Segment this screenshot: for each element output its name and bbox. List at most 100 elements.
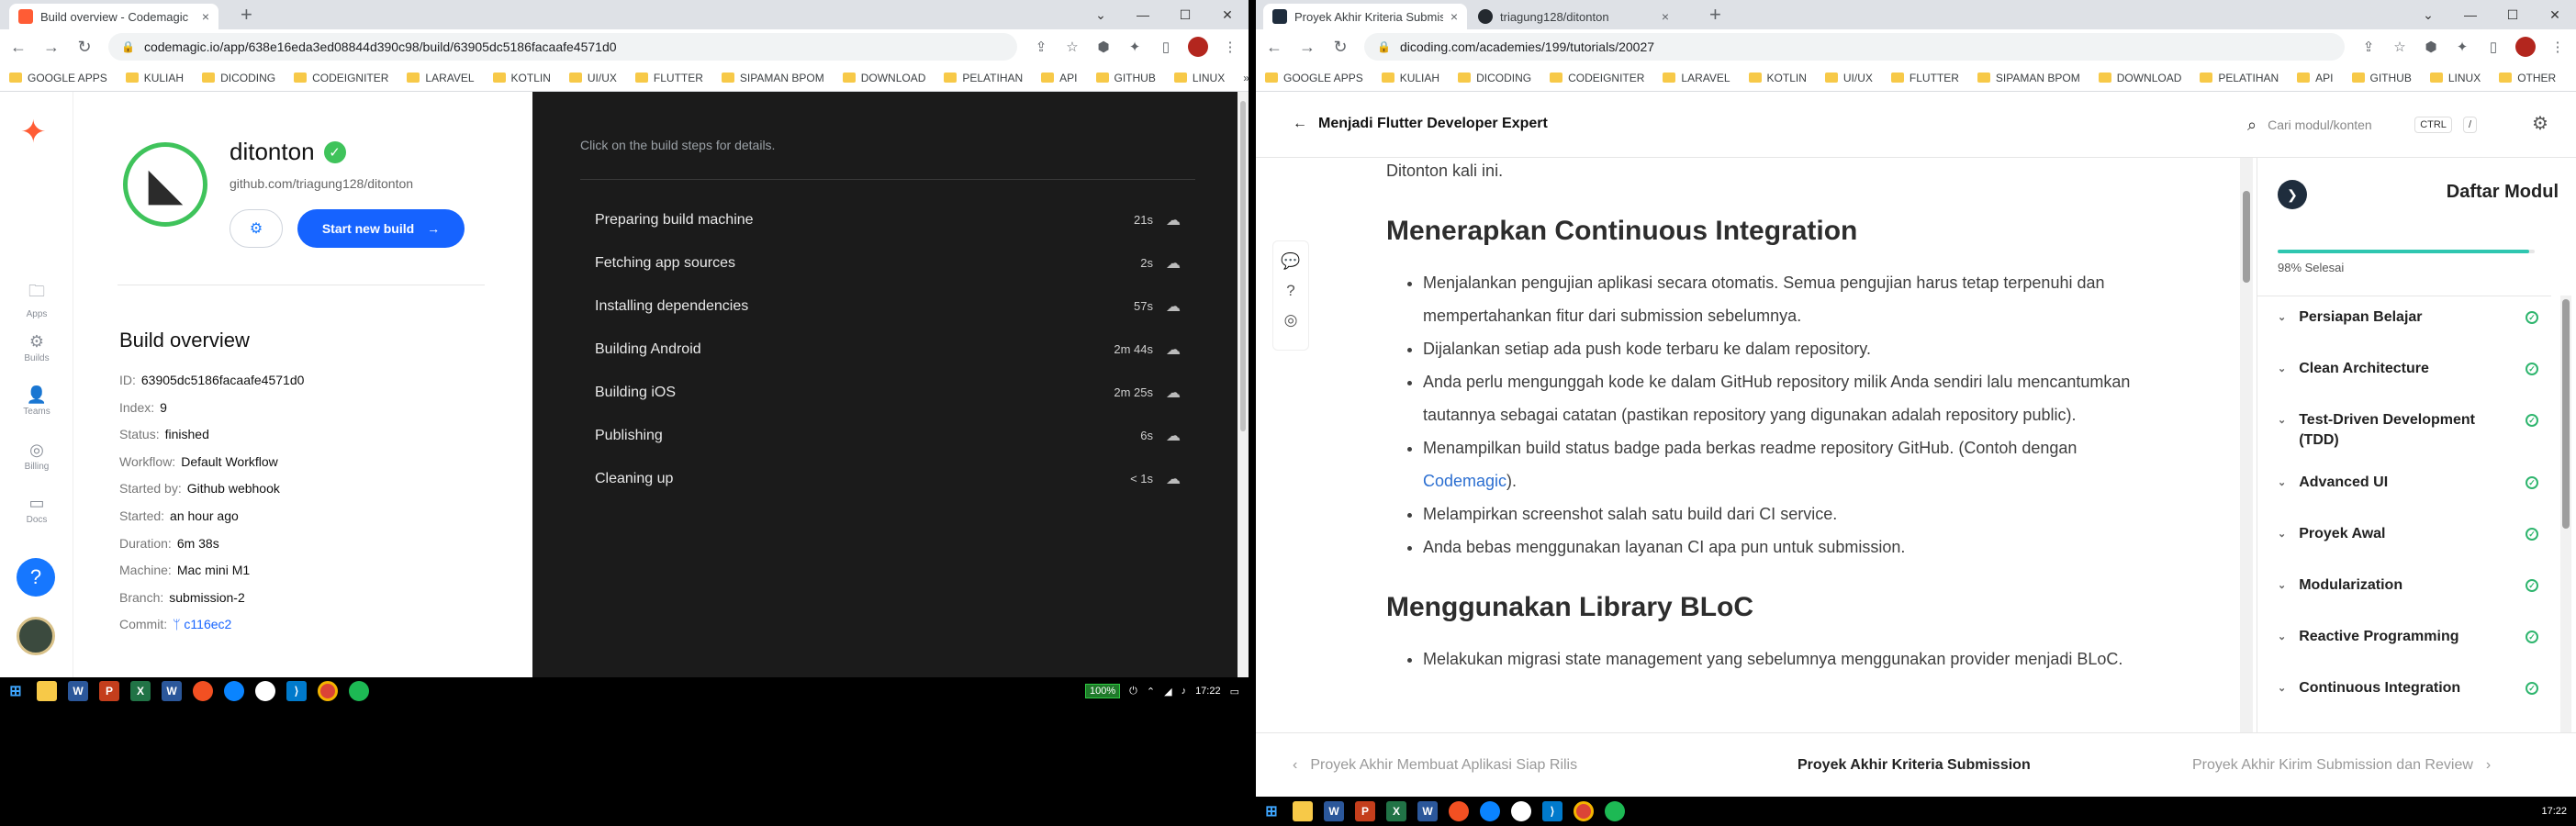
- spotify-icon[interactable]: [349, 681, 369, 701]
- module-item[interactable]: ⌄ Continuous Integration ✓: [2257, 667, 2551, 719]
- excel-icon[interactable]: X: [1386, 801, 1406, 821]
- bookmark-item[interactable]: LARAVEL: [407, 72, 475, 84]
- share-icon[interactable]: ⇪: [2359, 38, 2378, 56]
- bookmark-item[interactable]: FLUTTER: [634, 72, 703, 84]
- menu-icon[interactable]: ⋮: [2548, 38, 2567, 56]
- bookmark-star-icon[interactable]: ☆: [2391, 38, 2409, 56]
- edge-icon[interactable]: [1480, 801, 1500, 821]
- download-log-icon[interactable]: ☁: [1166, 254, 1181, 273]
- vscode-icon[interactable]: ⟩: [1542, 801, 1562, 821]
- bookmark-item[interactable]: OTHER: [2499, 72, 2556, 84]
- download-log-icon[interactable]: ☁: [1166, 427, 1181, 445]
- bookmark-item[interactable]: PELATIHAN: [2200, 72, 2279, 84]
- chevron-up-icon[interactable]: ⌃: [1147, 686, 1155, 698]
- bookmark-star-icon[interactable]: ☆: [1063, 38, 1081, 56]
- extension-icon[interactable]: ⬢: [2422, 38, 2440, 56]
- word-icon[interactable]: W: [68, 681, 88, 701]
- reload-icon[interactable]: ↻: [1331, 38, 1350, 57]
- download-log-icon[interactable]: ☁: [1166, 384, 1181, 402]
- puzzle-icon[interactable]: ✦: [1126, 38, 1144, 56]
- bookmark-item[interactable]: SIPAMAN BPOM: [1977, 72, 2080, 84]
- module-search[interactable]: ⌕ Cari modul/konten CTRL /: [2247, 108, 2477, 141]
- vscode-icon[interactable]: ⟩: [286, 681, 307, 701]
- share-icon[interactable]: ⇪: [1032, 38, 1050, 56]
- url-bar[interactable]: 🔒 codemagic.io/app/638e16eda3ed08844d390…: [108, 33, 1017, 61]
- tab-build-overview[interactable]: Build overview - Codemagic ×: [9, 4, 218, 29]
- user-avatar[interactable]: [17, 617, 55, 655]
- reload-icon[interactable]: ↻: [75, 38, 94, 57]
- tab-proyek-akhir[interactable]: Proyek Akhir Kriteria Submission ×: [1263, 4, 1467, 29]
- word-icon[interactable]: W: [162, 681, 182, 701]
- scrollbar-thumb[interactable]: [2243, 191, 2250, 283]
- prev-module-link[interactable]: ‹ Proyek Akhir Membuat Aplikasi Siap Rili…: [1293, 757, 1577, 774]
- module-item[interactable]: ⌄ Persiapan Belajar ✓: [2257, 296, 2551, 348]
- rail-teams[interactable]: 👤 Teams: [0, 385, 73, 417]
- puzzle-icon[interactable]: ✦: [2453, 38, 2471, 56]
- module-item[interactable]: ⌄ Advanced UI ✓: [2257, 462, 2551, 513]
- commit-link[interactable]: ᛘ c116ec2: [173, 611, 231, 639]
- settings-gear-icon[interactable]: ⚙: [2532, 112, 2548, 135]
- back-icon[interactable]: ←: [1265, 38, 1283, 57]
- bookmark-item[interactable]: KULIAH: [1381, 72, 1439, 84]
- build-step[interactable]: Building iOS 2m 25s ☁: [580, 371, 1195, 414]
- bookmark-item[interactable]: GITHUB: [2351, 72, 2412, 84]
- build-step[interactable]: Installing dependencies 57s ☁: [580, 285, 1195, 328]
- network-icon[interactable]: ◢: [1164, 686, 1171, 698]
- back-icon[interactable]: ←: [9, 38, 28, 57]
- minimize-button[interactable]: —: [2449, 0, 2492, 29]
- scrollbar-thumb[interactable]: [1240, 101, 1246, 431]
- build-step[interactable]: Fetching app sources 2s ☁: [580, 241, 1195, 285]
- tab-close-icon[interactable]: ×: [1662, 9, 1669, 24]
- minimize-button[interactable]: —: [1122, 0, 1164, 29]
- download-log-icon[interactable]: ☁: [1166, 470, 1181, 488]
- windows-start-icon[interactable]: ⊞: [1261, 801, 1282, 821]
- bookmark-item[interactable]: DICODING: [1458, 72, 1531, 84]
- help-button[interactable]: ?: [17, 558, 55, 597]
- bookmark-item[interactable]: UI/UX: [568, 72, 617, 84]
- new-tab-button[interactable]: +: [1709, 5, 1721, 25]
- tab-search-icon[interactable]: ⌄: [2407, 0, 2449, 29]
- url-bar[interactable]: 🔒 dicoding.com/academies/199/tutorials/2…: [1364, 33, 2345, 61]
- bookmark-item[interactable]: DOWNLOAD: [2098, 72, 2181, 84]
- build-step[interactable]: Building Android 2m 44s ☁: [580, 328, 1195, 371]
- bookmarks-overflow-button[interactable]: »: [1243, 72, 1249, 84]
- bookmark-item[interactable]: DOWNLOAD: [842, 72, 925, 84]
- rail-builds[interactable]: ⚙ Builds: [0, 332, 73, 363]
- word-icon[interactable]: W: [1324, 801, 1344, 821]
- chrome-icon[interactable]: [1574, 801, 1594, 821]
- profile-avatar[interactable]: [1188, 37, 1208, 57]
- extension-icon[interactable]: ⬢: [1094, 38, 1113, 56]
- sidepanel-icon[interactable]: ▯: [1157, 38, 1175, 56]
- volume-icon[interactable]: ♪: [1182, 686, 1187, 697]
- build-step[interactable]: Cleaning up < 1s ☁: [580, 457, 1195, 500]
- bookmark-item[interactable]: KOTLIN: [492, 72, 551, 84]
- app-icon[interactable]: [1511, 801, 1531, 821]
- chrome-icon[interactable]: [318, 681, 338, 701]
- module-item[interactable]: ⌄ Test-Driven Development (TDD) ✓: [2257, 399, 2551, 462]
- word-icon[interactable]: W: [1417, 801, 1438, 821]
- windows-start-icon[interactable]: ⊞: [6, 681, 26, 701]
- powerpoint-icon[interactable]: P: [1355, 801, 1375, 821]
- next-module-link[interactable]: Proyek Akhir Kirim Submission dan Review…: [2192, 757, 2491, 774]
- new-tab-button[interactable]: +: [241, 5, 252, 25]
- bookmark-item[interactable]: UI/UX: [1824, 72, 1873, 84]
- forward-icon[interactable]: →: [1298, 38, 1316, 57]
- rail-docs[interactable]: ▭ Docs: [0, 494, 73, 525]
- maximize-button[interactable]: ☐: [1164, 0, 1206, 29]
- page-scrollbar[interactable]: [1238, 92, 1249, 677]
- codemagic-link[interactable]: Codemagic: [1423, 472, 1506, 490]
- article-scrollbar[interactable]: [2240, 158, 2253, 732]
- bookmark-item[interactable]: API: [2297, 72, 2334, 84]
- bookmark-item[interactable]: CODEIGNITER: [1550, 72, 1644, 84]
- forward-icon[interactable]: →: [42, 38, 61, 57]
- close-window-button[interactable]: ✕: [1206, 0, 1249, 29]
- battery-indicator[interactable]: 100%: [1085, 684, 1121, 698]
- clock[interactable]: 17:22: [2541, 806, 2567, 817]
- bookmark-item[interactable]: GITHUB: [1095, 72, 1156, 84]
- sidepanel-icon[interactable]: ▯: [2484, 38, 2503, 56]
- power-icon[interactable]: ⏻: [1129, 686, 1137, 698]
- app-icon[interactable]: [255, 681, 275, 701]
- support-icon[interactable]: ◎: [1273, 311, 1308, 329]
- module-item[interactable]: ⌄ Modularization ✓: [2257, 564, 2551, 616]
- back-to-class-link[interactable]: ← Menjadi Flutter Developer Expert: [1293, 116, 1548, 132]
